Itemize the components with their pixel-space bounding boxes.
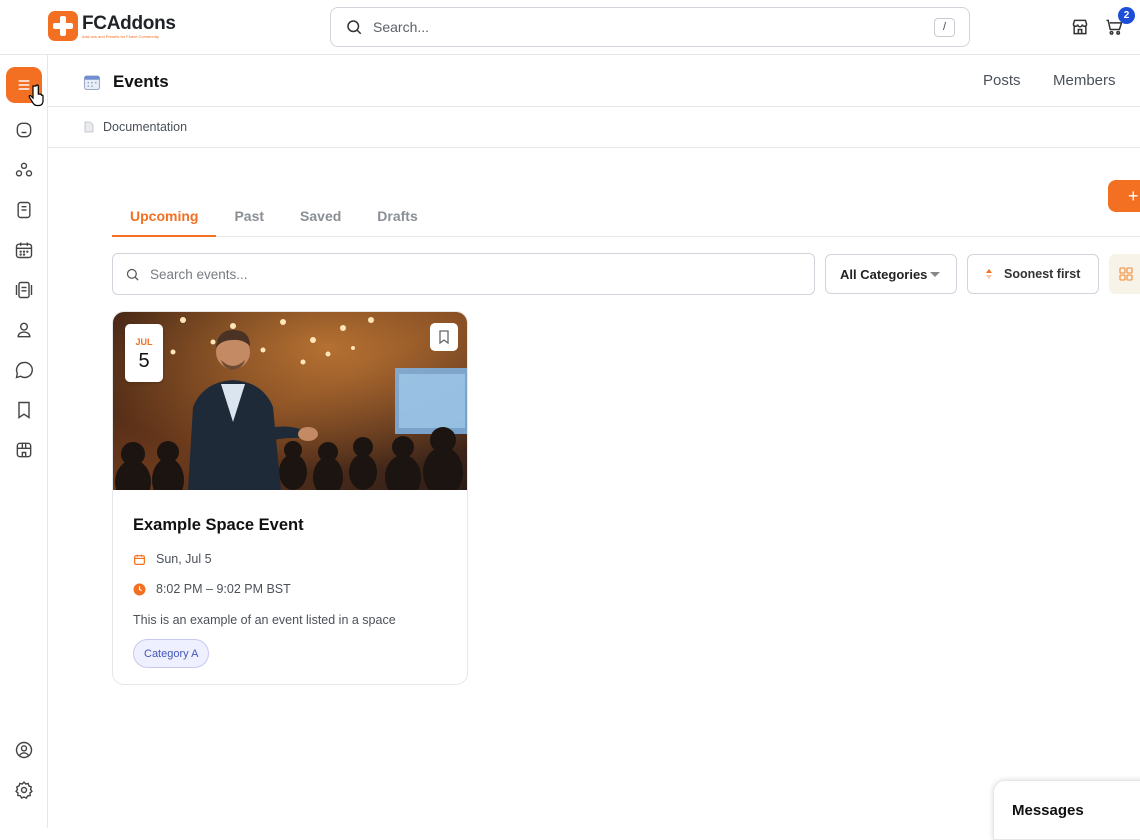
logo-mark-icon [48,11,78,41]
messages-panel[interactable]: Messages [993,780,1140,840]
settings-icon[interactable] [12,778,36,802]
event-time: 8:02 PM – 9:02 PM BST [156,582,291,596]
documentation-link[interactable]: Documentation [103,120,187,134]
page-header: Events Posts Members [48,55,1140,107]
search-shortcut-key: / [934,17,955,37]
grid-view-toggle[interactable] [1109,254,1140,294]
sub-navigation: Documentation [48,107,1140,148]
global-search[interactable]: Search... / [330,7,970,47]
category-badge[interactable]: Category A [133,639,210,668]
tab-saved[interactable]: Saved [282,196,359,237]
mouse-cursor-icon [28,84,44,107]
bookmark-button[interactable] [430,323,458,351]
posts-link[interactable]: Posts [983,72,1021,89]
event-month: JUL [135,337,153,347]
events-icon[interactable] [12,238,36,262]
brand-logo[interactable]: FCAddons Add-ons and Presets for Fluent … [48,11,176,41]
page-title: Events [113,72,169,91]
courses-icon[interactable] [12,198,36,222]
store-icon[interactable] [1069,16,1091,38]
chat-icon[interactable] [12,358,36,382]
document-icon [84,121,94,133]
bookmark-icon [439,330,449,344]
docs-icon[interactable] [12,278,36,302]
sort-label: Soonest first [1004,267,1081,281]
event-day: 5 [138,350,150,372]
sort-arrows-icon [986,269,992,279]
category-select[interactable]: All Categories [825,254,957,294]
event-tabs: Upcoming Past Saved Drafts [112,196,1140,237]
search-icon [347,20,362,35]
grid-view-icon [1119,267,1133,281]
event-search-field[interactable]: Search events... [112,253,815,295]
event-date-badge: JUL 5 [125,324,163,382]
search-input[interactable]: Search... [373,19,934,35]
sort-button[interactable]: Soonest first [967,254,1099,294]
search-icon [126,268,139,281]
brand-tagline: Add-ons and Presets for Fluent Community [82,33,159,39]
category-select-value: All Categories [840,266,928,282]
tab-drafts[interactable]: Drafts [359,196,435,237]
event-search-input[interactable]: Search events... [150,267,248,282]
bookmarks-icon[interactable] [12,398,36,422]
profile-icon[interactable] [12,738,36,762]
event-title[interactable]: Example Space Event [133,516,304,535]
event-date: Sun, Jul 5 [156,552,212,566]
tab-past[interactable]: Past [216,196,282,237]
caret-down-icon [930,272,940,277]
members-link[interactable]: Members [1053,72,1116,89]
event-date-row: Sun, Jul 5 [133,552,212,566]
home-icon[interactable] [12,118,36,142]
sidebar [0,55,48,828]
cart-count-badge: 2 [1118,7,1135,24]
brand-name: FCAddons [82,12,176,34]
store-icon[interactable] [12,438,36,462]
messages-label: Messages [1012,802,1084,819]
event-cover-image [113,312,467,490]
event-card[interactable]: JUL 5 Example Space Event Sun, Jul 5 8:0… [112,311,468,685]
tab-upcoming[interactable]: Upcoming [112,196,217,237]
clock-icon [133,583,146,595]
calendar-icon [134,554,145,565]
top-bar: FCAddons Add-ons and Presets for Fluent … [0,0,1140,55]
members-icon[interactable] [12,318,36,342]
spaces-icon[interactable] [12,158,36,182]
calendar-icon [83,75,101,91]
event-time-row: 8:02 PM – 9:02 PM BST [133,582,291,596]
event-description: This is an example of an event listed in… [133,613,396,627]
